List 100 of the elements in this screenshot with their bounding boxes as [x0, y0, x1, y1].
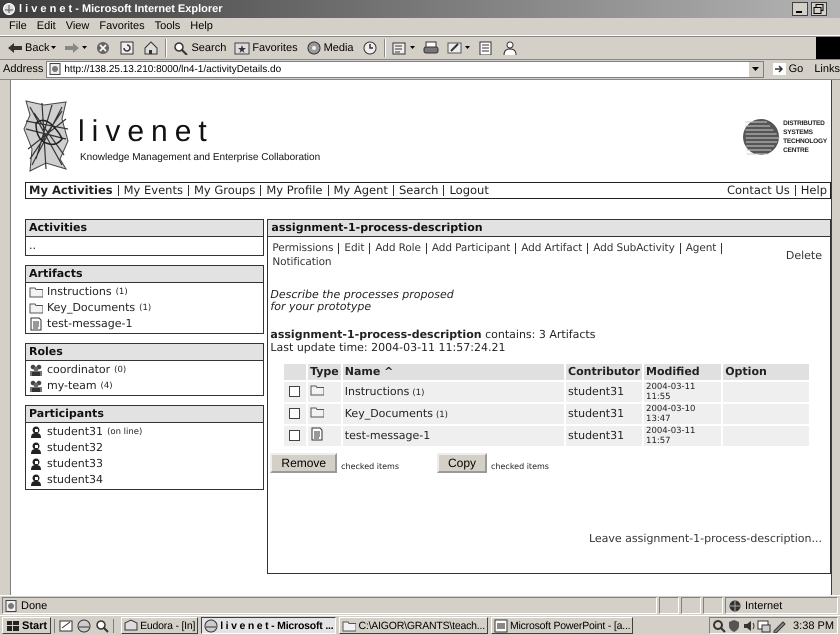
site-tagline: Knowledge Management and Enterprise Collaboration — [80, 152, 320, 163]
status-text: Done — [2, 597, 657, 614]
sidebar-link[interactable]: student33 — [47, 457, 104, 470]
printer-icon[interactable] — [422, 40, 439, 55]
column-header[interactable]: Option — [723, 364, 810, 380]
checkbox[interactable] — [289, 430, 300, 442]
globe-icon — [729, 600, 741, 612]
sidebar-link[interactable]: Instructions — [47, 285, 112, 298]
links-button[interactable]: Links — [814, 63, 840, 76]
start-button[interactable]: Start — [2, 617, 52, 634]
checkbox[interactable] — [289, 408, 300, 420]
action-link[interactable]: Add Participant — [426, 242, 516, 254]
column-header[interactable]: Type — [308, 364, 341, 380]
address-field[interactable]: http://138.25.13.210:8000/ln4-1/activityDetails.do — [46, 60, 764, 78]
action-link[interactable]: Add Role — [370, 242, 427, 254]
file-link[interactable]: Instructions — [344, 385, 410, 398]
nav-link[interactable]: Contact Us — [726, 184, 796, 196]
scrollbar[interactable] — [831, 80, 840, 596]
taskbar-button[interactable]: C:\AIGOR\GRANTS\teach... — [339, 617, 488, 634]
column-header[interactable]: Name ^ — [342, 364, 564, 380]
search-icon[interactable] — [95, 618, 110, 633]
desktop-icon[interactable] — [59, 618, 74, 633]
monitor-icon[interactable] — [757, 618, 772, 633]
favorites-icon — [234, 40, 250, 55]
item-count: (4) — [100, 380, 113, 391]
minimize-icon[interactable] — [792, 2, 808, 16]
action-link[interactable]: Permissions — [272, 242, 340, 254]
nav-link[interactable]: Help — [796, 184, 827, 196]
action-link[interactable]: Add Artifact — [516, 242, 588, 254]
favorites-button[interactable]: Favorites — [230, 38, 302, 58]
sidebar-link[interactable]: student31 — [47, 425, 104, 438]
caret-icon[interactable] — [410, 46, 415, 50]
action-link[interactable]: Agent — [680, 242, 722, 254]
item-count: (1) — [139, 302, 152, 313]
site-name: livenet — [78, 116, 215, 148]
clock-icon[interactable] — [362, 40, 378, 55]
dropdown-button[interactable] — [748, 62, 763, 77]
nav-link[interactable]: Search — [394, 184, 444, 196]
caret-icon[interactable] — [51, 46, 56, 50]
panel-header: assignment-1-process-description — [268, 220, 830, 237]
browser-icon[interactable] — [77, 618, 92, 633]
table-cell: student31 — [566, 404, 642, 424]
search-button[interactable]: Search — [169, 38, 230, 58]
sidebar-link[interactable]: coordinator — [47, 363, 110, 376]
action-link[interactable]: Edit — [339, 242, 370, 254]
nav-link[interactable]: My Agent — [328, 184, 394, 196]
media-button[interactable]: Media — [302, 38, 358, 58]
nav-link[interactable]: My Groups — [188, 184, 262, 196]
menu-item[interactable]: Help — [185, 20, 218, 32]
nav-link[interactable]: My Activities — [29, 184, 119, 196]
page-icon — [5, 600, 17, 612]
menu-item[interactable]: Tools — [150, 20, 186, 32]
maximize-icon[interactable] — [811, 2, 827, 16]
form-button[interactable]: Copy — [437, 452, 488, 473]
delete-link[interactable]: Delete — [786, 248, 822, 262]
file-link[interactable]: Key_Documents — [344, 407, 433, 420]
taskbar-button[interactable]: Eudora - [In] — [121, 617, 198, 634]
pen-icon[interactable] — [772, 618, 786, 633]
arrow-icon — [772, 63, 786, 76]
caret-icon[interactable] — [82, 46, 88, 50]
sidebar-link[interactable]: test-message-1 — [47, 317, 132, 330]
menu-item[interactable]: Favorites — [94, 20, 150, 32]
mail-icon — [124, 618, 138, 633]
network-icon[interactable] — [712, 618, 726, 633]
sidebar-link[interactable]: student34 — [47, 473, 104, 486]
form-button[interactable]: Remove — [270, 452, 338, 473]
taskbar-button[interactable]: Microsoft PowerPoint - [a... — [490, 617, 634, 634]
edit-icon[interactable] — [446, 40, 463, 55]
action-link[interactable]: Notification — [272, 256, 336, 268]
menu-item[interactable]: Edit — [32, 20, 61, 32]
menu-item[interactable]: File — [4, 20, 32, 32]
nav-link[interactable]: My Events — [118, 184, 189, 196]
nav-link[interactable]: Logout — [444, 184, 494, 196]
home-icon[interactable] — [143, 40, 160, 55]
page-icon — [49, 63, 62, 76]
shield-icon[interactable] — [727, 618, 742, 633]
nav-link[interactable]: My Profile — [261, 184, 328, 196]
menu-item[interactable]: View — [60, 20, 94, 32]
caret-icon[interactable] — [464, 46, 470, 50]
taskbar-button[interactable]: l i v e n e t - Microsoft ... — [201, 617, 336, 634]
leave-link[interactable]: Leave assignment-1-process-description... — [268, 532, 830, 545]
action-link[interactable]: Add SubActivity — [588, 242, 681, 254]
mail-icon[interactable] — [392, 40, 408, 55]
stop-icon[interactable] — [95, 40, 112, 55]
page-icon[interactable] — [478, 40, 494, 55]
go-button[interactable]: Go — [772, 63, 804, 76]
item-count: (on line) — [107, 426, 142, 437]
refresh-icon[interactable] — [119, 40, 136, 55]
sidebar-link[interactable]: Key_Documents — [47, 301, 136, 314]
back-button[interactable]: Back — [3, 38, 60, 58]
speaker-icon[interactable] — [742, 618, 756, 633]
sidebar-link[interactable]: student32 — [47, 441, 104, 454]
column-header[interactable]: Contributor — [566, 364, 642, 380]
sidebar-link[interactable]: my-team — [47, 379, 97, 392]
checkbox[interactable] — [289, 386, 300, 398]
sidebar-link[interactable]: .. — [29, 238, 36, 253]
column-header[interactable]: Modified — [644, 364, 722, 380]
panel-header: Artifacts — [26, 266, 264, 283]
document-icon — [310, 427, 324, 442]
person-icon[interactable] — [502, 40, 518, 55]
